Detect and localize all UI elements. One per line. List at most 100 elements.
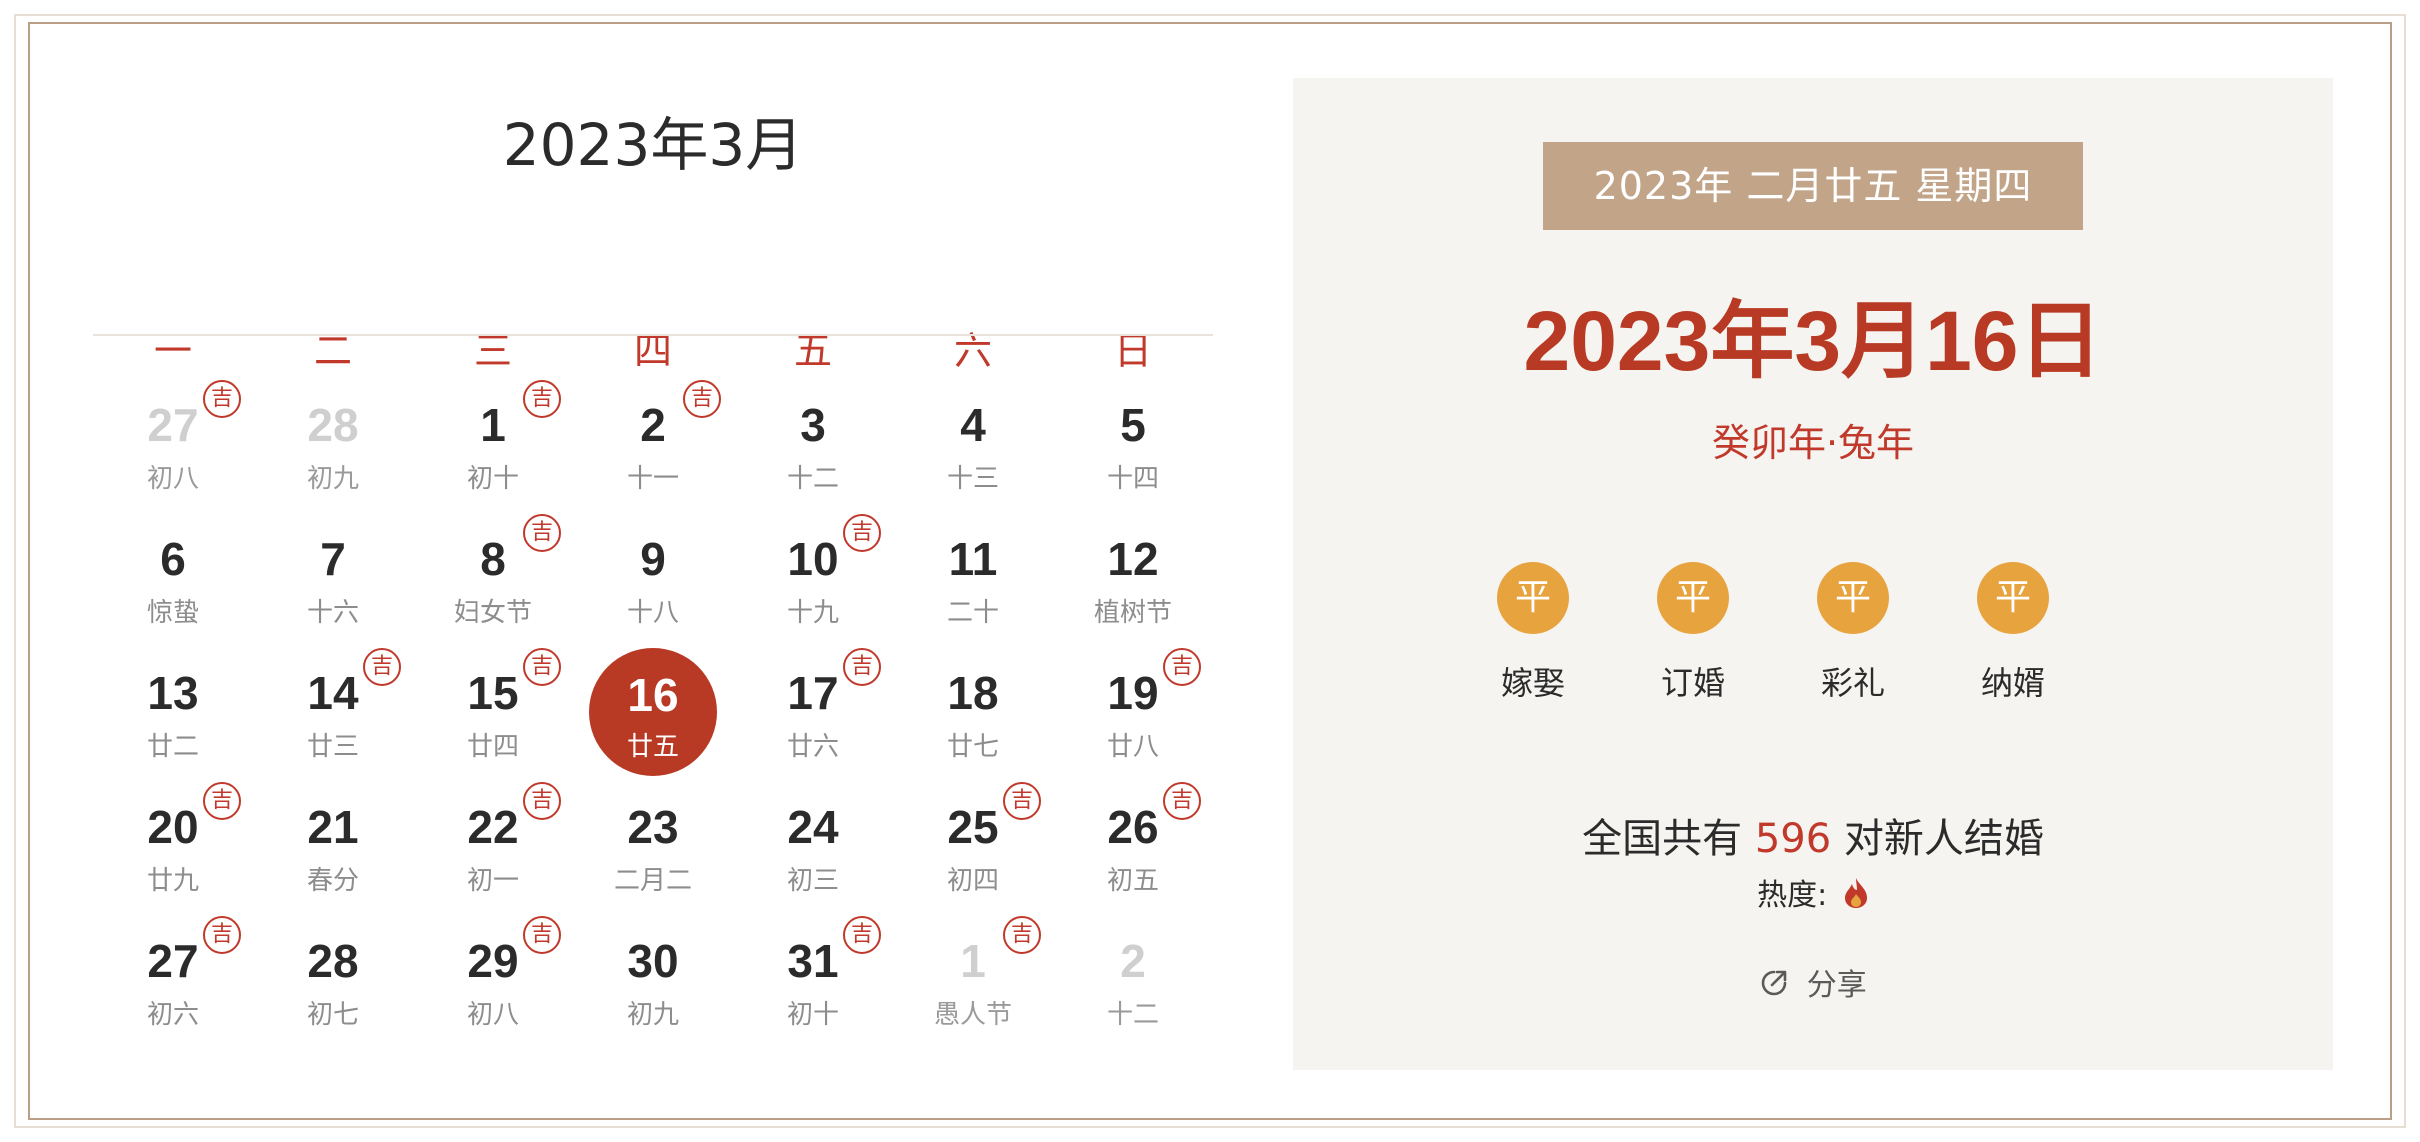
auspicious-badge: 吉 [1163,782,1201,820]
auspicious-badge: 吉 [843,514,881,552]
day-cell[interactable]: 28 初七 [253,916,413,1042]
stats-prefix: 全国共有 [1582,816,1743,862]
day-lunar-label: 初九 [306,464,359,494]
day-cell[interactable]: 11 二十 [893,514,1053,640]
day-cell[interactable]: 12 植树节 [1053,514,1213,640]
day-lunar-label: 廿四 [466,732,519,762]
day-cell[interactable]: 19 廿八吉 [1053,648,1213,774]
day-cell[interactable]: 2 十二 [1053,916,1213,1042]
day-cell[interactable]: 18 廿七 [893,648,1053,774]
day-lunar-label: 初一 [466,866,519,896]
auspicious-badge: 吉 [203,916,241,954]
calendar: 2023年3月 一二三四五六日 27 初八吉 28 初九 1 初十吉 2 十一吉 3 十二 4 十三 5… [93,80,1213,1040]
rating-badge: 平 [1497,562,1569,634]
auspicious-badge: 吉 [1003,916,1041,954]
day-cell[interactable]: 21 春分 [253,782,413,908]
day-cell[interactable]: 27 初六吉 [93,916,253,1042]
activity-label: 彩礼 [1820,664,1885,702]
day-cell[interactable]: 15 廿四吉 [413,648,573,774]
heat-row: 热度: [1293,870,2333,917]
day-cell[interactable]: 26 初五吉 [1053,782,1213,908]
day-cell[interactable]: 30 初九 [573,916,733,1042]
stats-count: 596 [1754,816,1832,862]
auspicious-badge: 吉 [843,648,881,686]
day-lunar-label: 二十 [946,598,999,628]
day-cell[interactable]: 22 初一吉 [413,782,573,908]
wedding-stats: 全国共有 596 对新人结婚 [1293,806,2333,864]
day-number: 18 [947,667,999,719]
day-lunar-label: 廿九 [146,866,199,896]
rating-badge: 平 [1817,562,1889,634]
day-lunar-label: 十四 [1106,464,1159,494]
day-lunar-label: 初八 [146,464,199,494]
activity-tag[interactable]: 平订婚 [1613,562,1773,712]
day-cell[interactable]: 7 十六 [253,514,413,640]
day-cell-selected[interactable]: 16 廿五 [573,648,733,776]
activity-tag[interactable]: 平纳婿 [1933,562,2093,712]
day-cell[interactable]: 17 廿六吉 [733,648,893,774]
day-number: 7 [320,533,346,585]
auspicious-badge: 吉 [523,514,561,552]
day-number: 16 [627,669,679,721]
day-number: 24 [787,801,839,853]
day-number: 11 [948,533,998,585]
day-cell[interactable]: 2 十一吉 [573,380,733,506]
day-cell[interactable]: 24 初三 [733,782,893,908]
auspicious-badge: 吉 [523,380,561,418]
rating-badge: 平 [1977,562,2049,634]
day-number: 13 [147,667,199,719]
day-cell[interactable]: 9 十八 [573,514,733,640]
day-cell[interactable]: 27 初八吉 [93,380,253,506]
day-lunar-label: 初六 [146,1000,199,1030]
day-number: 5 [1120,399,1146,451]
rating-badge: 平 [1657,562,1729,634]
day-number: 6 [160,533,186,585]
stats-suffix: 对新人结婚 [1843,816,2044,862]
share-button[interactable]: 分享 [1293,960,2333,1006]
day-cell[interactable]: 28 初九 [253,380,413,506]
day-lunar-label: 初八 [466,1000,519,1030]
activity-tags: 平嫁娶平订婚平彩礼平纳婿 [1293,562,2333,712]
day-cell[interactable]: 25 初四吉 [893,782,1053,908]
day-cell[interactable]: 1 愚人节吉 [893,916,1053,1042]
day-cell[interactable]: 31 初十吉 [733,916,893,1042]
auspicious-badge: 吉 [363,648,401,686]
day-cell[interactable]: 20 廿九吉 [93,782,253,908]
day-number: 9 [640,533,666,585]
day-cell[interactable]: 6 惊蛰 [93,514,253,640]
day-lunar-label: 十六 [306,598,359,628]
flame-icon [1843,877,1869,917]
auspicious-badge: 吉 [683,380,721,418]
day-lunar-label: 初五 [1106,866,1159,896]
day-lunar-label: 十九 [786,598,839,628]
auspicious-badge: 吉 [203,782,241,820]
activity-label: 纳婿 [1980,664,2045,702]
day-lunar-label: 初七 [306,1000,359,1030]
date-detail-panel: 2023年 二月廿五 星期四 2023年3月16日 癸卯年·兔年 平嫁娶平订婚平… [1293,78,2333,1070]
day-lunar-label: 初十 [786,1000,839,1030]
day-lunar-label: 初十 [466,464,519,494]
day-lunar-label: 妇女节 [453,598,532,628]
day-lunar-label: 春分 [306,866,359,896]
day-lunar-label: 廿二 [146,732,199,762]
day-cell[interactable]: 13 廿二 [93,648,253,774]
day-cell[interactable]: 1 初十吉 [413,380,573,506]
selected-date-title: 2023年3月16日 [1523,294,2103,388]
activity-label: 订婚 [1660,664,1725,702]
day-cell[interactable]: 23 二月二 [573,782,733,908]
day-cell[interactable]: 14 廿三吉 [253,648,413,774]
day-cell[interactable]: 8 妇女节吉 [413,514,573,640]
day-lunar-label: 十二 [786,464,839,494]
day-lunar-label: 廿三 [306,732,359,762]
day-cell[interactable]: 3 十二 [733,380,893,506]
activity-tag[interactable]: 平嫁娶 [1453,562,1613,712]
day-cell[interactable]: 10 十九吉 [733,514,893,640]
day-number: 12 [1107,533,1159,585]
auspicious-badge: 吉 [523,782,561,820]
auspicious-badge: 吉 [1003,782,1041,820]
day-cell[interactable]: 29 初八吉 [413,916,573,1042]
day-cell[interactable]: 5 十四 [1053,380,1213,506]
heat-label: 热度: [1757,878,1828,913]
activity-tag[interactable]: 平彩礼 [1773,562,1933,712]
day-cell[interactable]: 4 十三 [893,380,1053,506]
